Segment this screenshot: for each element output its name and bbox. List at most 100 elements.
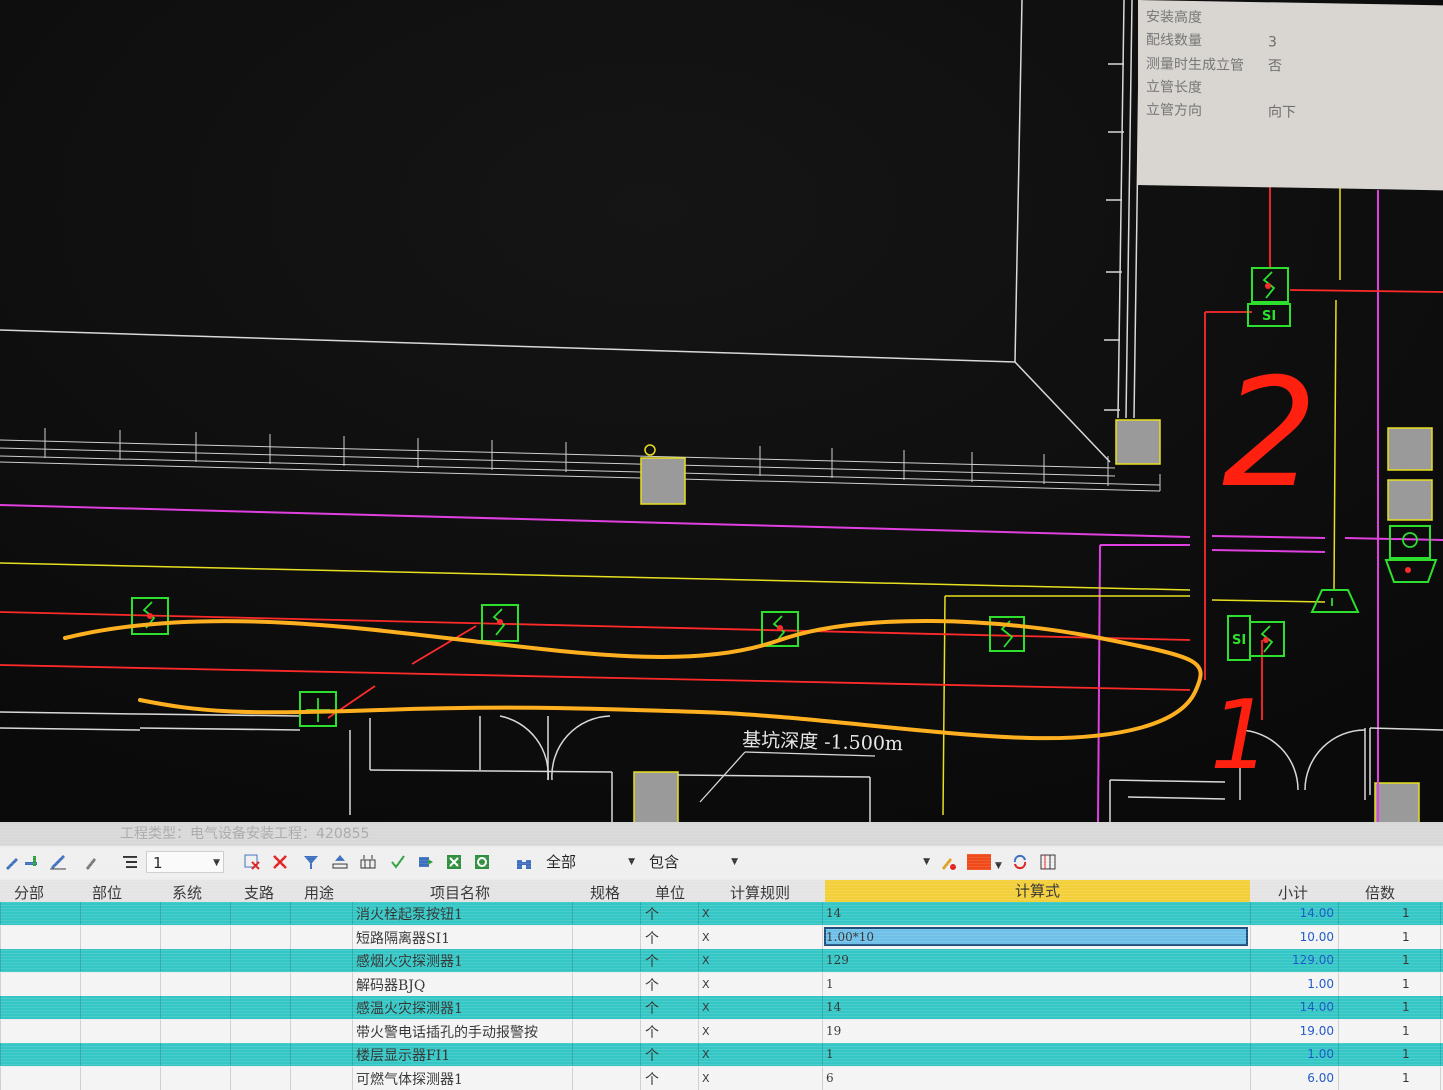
clear-checked-icon[interactable] xyxy=(244,854,260,870)
subtotal-cell[interactable]: 14.00 xyxy=(1270,906,1334,920)
col-header[interactable]: 支路 xyxy=(244,882,274,903)
formula-cell[interactable]: 1 xyxy=(826,1047,834,1061)
unit-cell[interactable]: 个 xyxy=(645,951,659,971)
level-select[interactable]: 1 ▼ xyxy=(146,851,224,873)
formula-cell[interactable]: 14 xyxy=(826,906,841,920)
col-header[interactable]: 分部 xyxy=(14,882,44,903)
table-row[interactable]: 感温火灾探测器1 个 X 14 14.00 1 xyxy=(0,996,1443,1019)
move-up-icon[interactable] xyxy=(332,854,348,870)
brush-icon[interactable] xyxy=(84,854,100,870)
unit-cell[interactable]: 个 xyxy=(645,928,659,948)
item-name-cell[interactable]: 短路隔离器SI1 xyxy=(356,928,450,948)
unit-cell[interactable]: 个 xyxy=(645,904,659,924)
table-row[interactable]: 消火栓起泵按钮1 个 X 14 14.00 1 xyxy=(0,902,1443,925)
chevron-down-icon[interactable]: ▼ xyxy=(995,856,1002,876)
table-row[interactable]: 可燃气体探测器1 个 X 6 6.00 1 xyxy=(0,1066,1443,1090)
col-header[interactable]: 单位 xyxy=(655,882,685,903)
unit-cell[interactable]: 个 xyxy=(645,975,659,995)
grid-icon[interactable] xyxy=(360,854,376,870)
level-list-icon[interactable] xyxy=(122,854,138,870)
subtotal-cell[interactable]: 14.00 xyxy=(1270,1000,1334,1014)
prop-row-wire-count[interactable]: 配线数量 3 xyxy=(1146,29,1277,51)
check-filter-icon[interactable] xyxy=(390,854,406,870)
grid-divider xyxy=(160,1019,161,1043)
multiplier-cell[interactable]: 1 xyxy=(1402,1024,1410,1038)
excel-export-icon[interactable] xyxy=(474,854,490,870)
rule-cell[interactable]: X xyxy=(702,1072,710,1085)
col-header[interactable]: 倍数 xyxy=(1365,882,1395,903)
search-input[interactable]: ▼ xyxy=(745,851,933,873)
prop-row-install-height[interactable]: 安装高度 xyxy=(1146,6,1268,28)
binoculars-icon[interactable] xyxy=(516,854,532,870)
subtotal-cell[interactable]: 6.00 xyxy=(1270,1071,1334,1085)
item-name-cell[interactable]: 感温火灾探测器1 xyxy=(356,998,463,1018)
color-swatch[interactable] xyxy=(967,854,991,870)
rule-cell[interactable]: X xyxy=(702,931,710,944)
item-name-cell[interactable]: 消火栓起泵按钮1 xyxy=(356,904,463,924)
table-row[interactable]: 楼层显示器FI1 个 X 1 1.00 1 xyxy=(0,1043,1443,1066)
unit-cell[interactable]: 个 xyxy=(645,1022,659,1042)
multiplier-cell[interactable]: 1 xyxy=(1402,977,1410,991)
add-row-icon[interactable] xyxy=(24,854,40,870)
scope-select[interactable]: 全部 ▼ xyxy=(540,851,638,873)
grid-divider xyxy=(698,949,699,972)
multiplier-cell[interactable]: 1 xyxy=(1402,1047,1410,1061)
prop-row-riser-length[interactable]: 立管长度 xyxy=(1146,76,1268,98)
formula-edit-cell[interactable] xyxy=(824,926,1248,946)
rule-cell[interactable]: X xyxy=(702,1001,710,1014)
subtotal-cell[interactable]: 1.00 xyxy=(1270,977,1334,991)
rule-cell[interactable]: X xyxy=(702,1025,710,1038)
col-header[interactable]: 项目名称 xyxy=(430,882,490,903)
highlight-pen-icon[interactable] xyxy=(940,854,956,870)
unit-cell[interactable]: 个 xyxy=(645,1045,659,1065)
item-name-cell[interactable]: 楼层显示器FI1 xyxy=(356,1045,450,1065)
prop-row-generate-riser[interactable]: 测量时生成立管否 xyxy=(1146,53,1282,75)
filter-icon[interactable] xyxy=(303,854,319,870)
col-header[interactable]: 小计 xyxy=(1278,882,1308,903)
formula-cell[interactable]: 14 xyxy=(826,1000,841,1014)
col-header[interactable]: 计算规则 xyxy=(730,882,790,903)
formula-cell[interactable]: 6 xyxy=(826,1071,834,1085)
multiplier-cell[interactable]: 1 xyxy=(1402,1071,1410,1085)
prop-row-riser-direction[interactable]: 立管方向 向下 xyxy=(1146,99,1296,122)
formula-cell[interactable]: 1 xyxy=(826,977,834,991)
rule-cell[interactable]: X xyxy=(702,907,710,920)
edit-icon[interactable] xyxy=(50,854,66,870)
table-row[interactable]: 带火警电话插孔的手动报警按 个 X 19 19.00 1 xyxy=(0,1019,1443,1043)
formula-cell[interactable]: 1.00*10 xyxy=(826,930,874,944)
rule-cell[interactable]: X xyxy=(702,1048,710,1061)
delete-icon[interactable] xyxy=(272,854,288,870)
col-header[interactable]: 规格 xyxy=(590,882,620,903)
col-header-formula[interactable]: 计算式 xyxy=(825,880,1250,902)
col-header[interactable]: 系统 xyxy=(172,882,202,903)
col-header[interactable]: 部位 xyxy=(92,882,122,903)
match-mode-select[interactable]: 包含 ▼ xyxy=(643,851,741,873)
item-name-cell[interactable]: 感烟火灾探测器1 xyxy=(356,951,463,971)
table-row[interactable]: 感烟火灾探测器1 个 X 129 129.00 1 xyxy=(0,949,1443,972)
item-name-cell[interactable]: 解码器BJQ xyxy=(356,975,425,995)
subtotal-cell[interactable]: 1.00 xyxy=(1270,1047,1334,1061)
table-row[interactable]: 短路隔离器SI1 个 X 1.00*10 10.00 1 xyxy=(0,925,1443,949)
multiplier-cell[interactable]: 1 xyxy=(1402,1000,1410,1014)
excel-icon[interactable] xyxy=(446,854,462,870)
refresh-icon[interactable] xyxy=(1012,854,1028,870)
multiplier-cell[interactable]: 1 xyxy=(1402,906,1410,920)
rule-cell[interactable]: X xyxy=(702,978,710,991)
unit-cell[interactable]: 个 xyxy=(645,1069,659,1089)
col-header[interactable]: 用途 xyxy=(304,882,334,903)
rule-cell[interactable]: X xyxy=(702,954,710,967)
columns-icon[interactable] xyxy=(1040,854,1056,870)
unit-cell[interactable]: 个 xyxy=(645,998,659,1018)
export-icon[interactable] xyxy=(418,854,434,870)
subtotal-cell[interactable]: 10.00 xyxy=(1270,930,1334,944)
item-name-cell[interactable]: 带火警电话插孔的手动报警按 xyxy=(356,1022,538,1042)
subtotal-cell[interactable]: 129.00 xyxy=(1270,953,1334,967)
multiplier-cell[interactable]: 1 xyxy=(1402,953,1410,967)
table-row[interactable]: 解码器BJQ 个 X 1 1.00 1 xyxy=(0,972,1443,996)
item-name-cell[interactable]: 可燃气体探测器1 xyxy=(356,1069,463,1089)
formula-cell[interactable]: 129 xyxy=(826,953,849,967)
subtotal-cell[interactable]: 19.00 xyxy=(1270,1024,1334,1038)
multiplier-cell[interactable]: 1 xyxy=(1402,930,1410,944)
formula-cell[interactable]: 19 xyxy=(826,1024,841,1038)
pen-icon[interactable] xyxy=(4,854,20,870)
